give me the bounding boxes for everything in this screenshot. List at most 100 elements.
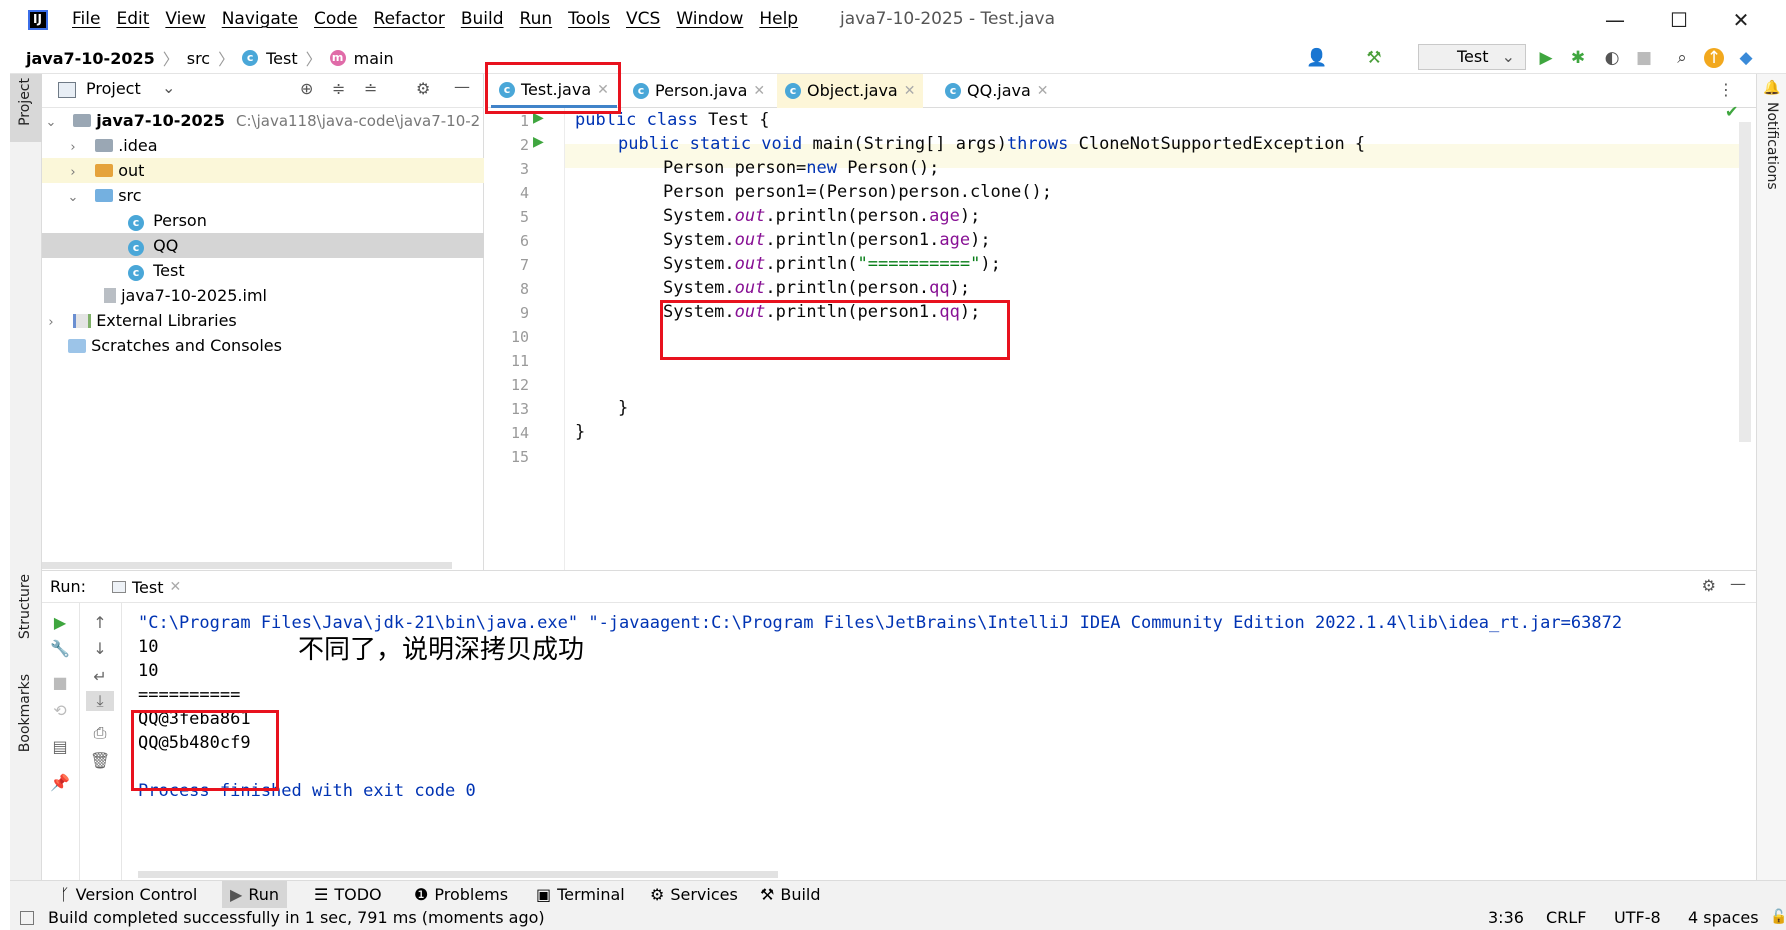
pin-icon[interactable]: 📌 <box>50 773 70 793</box>
breadcrumb-src[interactable]: src <box>187 49 210 68</box>
menu-navigate[interactable]: Navigate <box>222 9 298 29</box>
structure-tool-label[interactable]: Structure <box>17 574 33 639</box>
hide-icon[interactable]: — <box>454 77 470 96</box>
tree-item-test[interactable]: c Test <box>42 258 484 283</box>
scroll-to-end-icon[interactable]: ⤓ <box>86 691 114 711</box>
project-panel-title[interactable]: Project <box>86 79 141 98</box>
tool-tab-version-control[interactable]: ᚴ Version Control <box>52 881 205 909</box>
tree-item-iml[interactable]: java7-10-2025.iml <box>42 283 484 308</box>
line-number: 1 <box>519 112 529 130</box>
close-icon[interactable]: ✕ <box>904 74 916 108</box>
bookmarks-tool-label[interactable]: Bookmarks <box>17 674 33 752</box>
tool-tab-todo[interactable]: ☰ TODO <box>306 881 390 909</box>
source-folder-icon <box>95 189 114 202</box>
project-tool-tab[interactable]: Project <box>10 74 42 142</box>
run-configuration-select[interactable]: Test ⌄ <box>1418 44 1526 70</box>
menu-tools[interactable]: Tools <box>568 9 610 29</box>
status-toggle-icon[interactable] <box>20 911 34 925</box>
arrow-down-icon[interactable]: ↓ <box>90 639 110 659</box>
wrench-icon[interactable]: 🔧 <box>50 639 70 659</box>
menu-edit[interactable]: Edit <box>116 9 149 29</box>
soft-wrap-icon[interactable]: ↵ <box>90 667 110 687</box>
maximize-button[interactable]: ☐ <box>1664 6 1694 34</box>
run-icon[interactable]: ▶ <box>1536 48 1556 68</box>
close-window-button[interactable]: ✕ <box>1726 6 1756 34</box>
user-account-icon[interactable]: 👤 <box>1306 48 1327 68</box>
tool-tab-run[interactable]: ▶ Run <box>222 881 287 909</box>
line-number: 8 <box>519 280 529 298</box>
menu-refactor[interactable]: Refactor <box>374 9 445 29</box>
stop-icon[interactable]: ■ <box>50 673 70 693</box>
tool-tab-problems[interactable]: ❶ Problems <box>406 881 516 909</box>
menu-run[interactable]: Run <box>520 9 553 29</box>
gear-icon[interactable]: ⚙ <box>416 79 430 98</box>
file-encoding[interactable]: UTF-8 <box>1614 908 1661 927</box>
tool-tab-services[interactable]: ⚙ Services <box>642 881 746 909</box>
stop-icon[interactable]: ■ <box>1634 48 1654 68</box>
update-icon[interactable]: ↑ <box>1704 48 1724 68</box>
rerun-icon[interactable]: ▶ <box>50 613 70 633</box>
minimize-button[interactable]: — <box>1600 6 1630 34</box>
search-icon[interactable]: ⌕ <box>1672 48 1692 68</box>
arrow-up-icon[interactable]: ↑ <box>90 613 110 633</box>
horizontal-scrollbar[interactable] <box>138 871 778 878</box>
breadcrumb-project[interactable]: java7-10-2025 <box>26 49 155 68</box>
menu-view[interactable]: View <box>165 9 205 29</box>
breadcrumb-method[interactable]: main <box>354 49 394 68</box>
build-hammer-icon[interactable]: ⚒ <box>1364 48 1384 68</box>
status-message[interactable]: Build completed successfully in 1 sec, 7… <box>48 908 545 927</box>
trash-icon[interactable]: 🗑 <box>90 751 110 771</box>
menu-file[interactable]: File <box>72 9 100 29</box>
vertical-scrollbar[interactable] <box>1739 122 1751 442</box>
tree-item-external-libraries[interactable]: › External Libraries <box>42 308 484 333</box>
tab-qq-java[interactable]: c QQ.java ✕ <box>937 74 1057 108</box>
tab-person-java[interactable]: c Person.java ✕ <box>625 74 773 108</box>
more-options-icon[interactable]: ⋮ <box>1718 80 1734 99</box>
close-icon[interactable]: ✕ <box>1037 74 1049 108</box>
menu-code[interactable]: Code <box>314 9 358 29</box>
run-tab-test[interactable]: Test ✕ <box>106 571 187 603</box>
tree-item-idea[interactable]: › .idea <box>42 133 484 158</box>
indent-setting[interactable]: 4 spaces <box>1688 908 1759 927</box>
caret-position[interactable]: 3:36 <box>1488 908 1524 927</box>
tree-item-scratches[interactable]: Scratches and Consoles <box>42 333 484 358</box>
tool-tab-label: Services <box>670 885 738 904</box>
hide-icon[interactable]: — <box>1730 574 1746 593</box>
tree-item-project-root[interactable]: ⌄ java7-10-2025 C:\java118\java-code\jav… <box>42 108 484 133</box>
tree-item-out[interactable]: › out <box>42 158 484 183</box>
tool-tab-build[interactable]: ⚒ Build <box>752 881 829 909</box>
tree-item-person[interactable]: c Person <box>42 208 484 233</box>
tree-item-src[interactable]: ⌄ src <box>42 183 484 208</box>
coverage-icon[interactable]: ◐ <box>1602 48 1622 68</box>
line-separator[interactable]: CRLF <box>1546 908 1586 927</box>
tool-tab-terminal[interactable]: ▣ Terminal <box>528 881 633 909</box>
bell-icon[interactable]: 🔔 <box>1763 80 1780 96</box>
scratches-icon <box>68 339 86 353</box>
plugin-icon[interactable]: ◆ <box>1736 48 1756 68</box>
chevron-down-icon[interactable]: ⌄ <box>162 78 175 97</box>
tree-item-qq[interactable]: c QQ <box>42 233 484 258</box>
run-gutter-icon[interactable]: ▶ <box>533 134 544 150</box>
notifications-tool-label[interactable]: Notifications <box>1764 102 1780 190</box>
breadcrumb-class[interactable]: Test <box>266 49 298 68</box>
debug-icon[interactable]: ✱ <box>1568 48 1588 68</box>
menu-help[interactable]: Help <box>759 9 798 29</box>
close-icon[interactable]: ✕ <box>170 579 182 595</box>
close-icon[interactable]: ✕ <box>753 74 765 108</box>
console-icon <box>112 581 126 593</box>
gear-icon[interactable]: ⚙ <box>1702 576 1716 595</box>
navigation-bar: java7-10-2025 〉 src 〉 c Test 〉 m main 👤 … <box>10 40 1786 74</box>
locate-icon[interactable]: ⊕ <box>300 79 313 98</box>
menu-build[interactable]: Build <box>461 9 504 29</box>
print-icon[interactable]: ⎙ <box>90 723 110 743</box>
horizontal-scrollbar[interactable] <box>42 562 452 569</box>
layout-icon[interactable]: ▤ <box>50 737 70 757</box>
restore-icon[interactable]: ⟲ <box>50 701 70 721</box>
collapse-all-icon[interactable]: ≐ <box>364 79 377 98</box>
line-number: 9 <box>519 304 529 322</box>
lock-icon[interactable]: 🔓 <box>1770 909 1786 925</box>
menu-window[interactable]: Window <box>676 9 743 29</box>
expand-all-icon[interactable]: ≑ <box>332 79 345 98</box>
tab-object-java[interactable]: c Object.java ✕ <box>777 74 924 108</box>
menu-vcs[interactable]: VCS <box>626 9 660 29</box>
